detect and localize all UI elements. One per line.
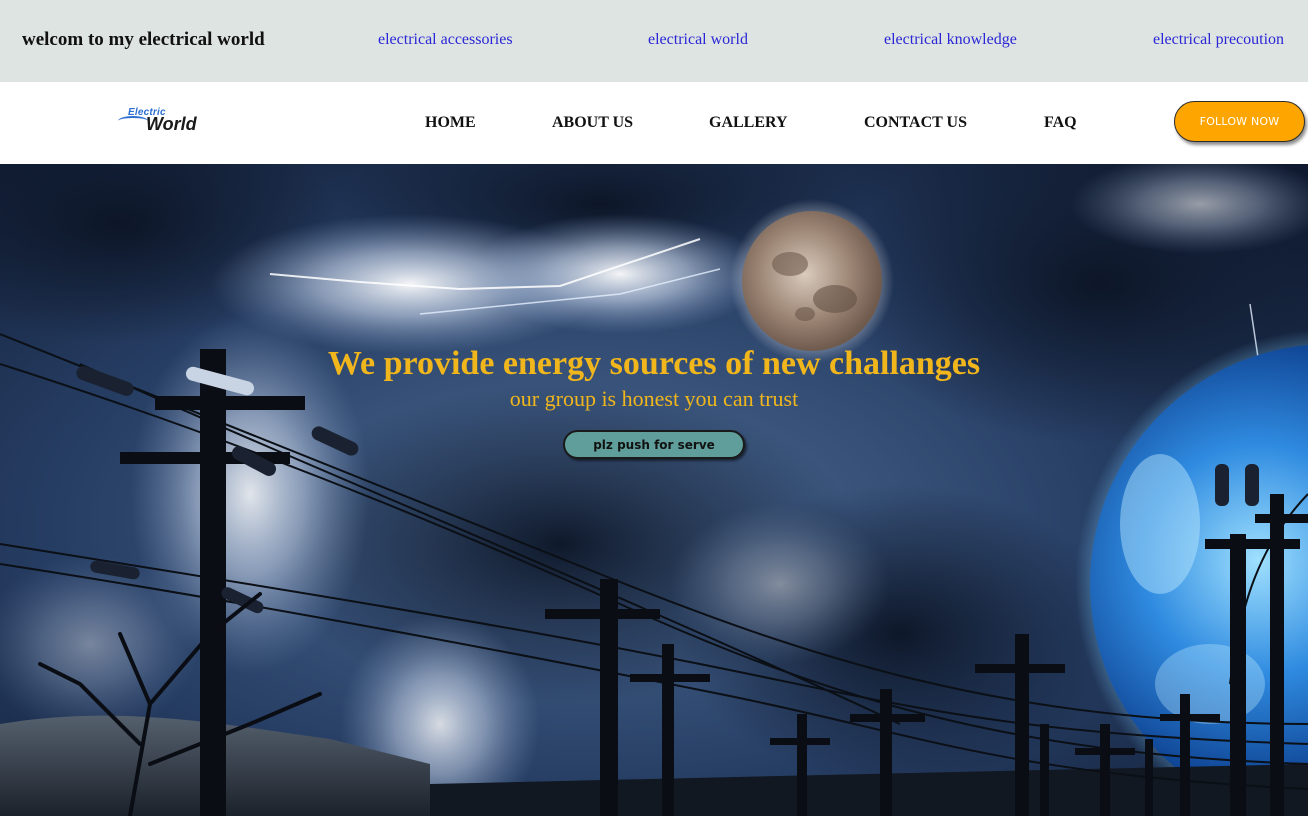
top-info-bar: welcom to my electrical world electrical…: [0, 0, 1308, 82]
welcome-text: welcom to my electrical world: [22, 29, 265, 50]
hero-title: We provide energy sources of new challan…: [327, 345, 981, 382]
nav-gallery[interactable]: GALLERY: [709, 114, 788, 132]
link-electrical-world[interactable]: electrical world: [648, 31, 748, 49]
nav-contact-us[interactable]: CONTACT US: [864, 114, 967, 132]
logo-bottom-text: World: [146, 114, 197, 134]
link-electrical-accessories[interactable]: electrical accessories: [378, 31, 513, 49]
hero-background-image: [0, 164, 1308, 816]
main-navbar: Electric World HOME ABOUT US GALLERY CON…: [0, 82, 1308, 164]
link-electrical-knowledge[interactable]: electrical knowledge: [884, 31, 1017, 49]
link-electrical-precoution[interactable]: electrical precoution: [1153, 31, 1284, 49]
push-for-serve-button[interactable]: plz push for serve: [563, 430, 745, 459]
hero-section: We provide energy sources of new challan…: [0, 164, 1308, 816]
nav-faq[interactable]: FAQ: [1044, 114, 1077, 132]
follow-now-button[interactable]: FOLLOW NOW: [1174, 101, 1305, 142]
hero-subtitle: our group is honest you can trust: [509, 386, 799, 411]
nav-about-us[interactable]: ABOUT US: [552, 114, 633, 132]
electric-world-logo[interactable]: Electric World: [116, 107, 216, 137]
nav-home[interactable]: HOME: [425, 114, 476, 132]
